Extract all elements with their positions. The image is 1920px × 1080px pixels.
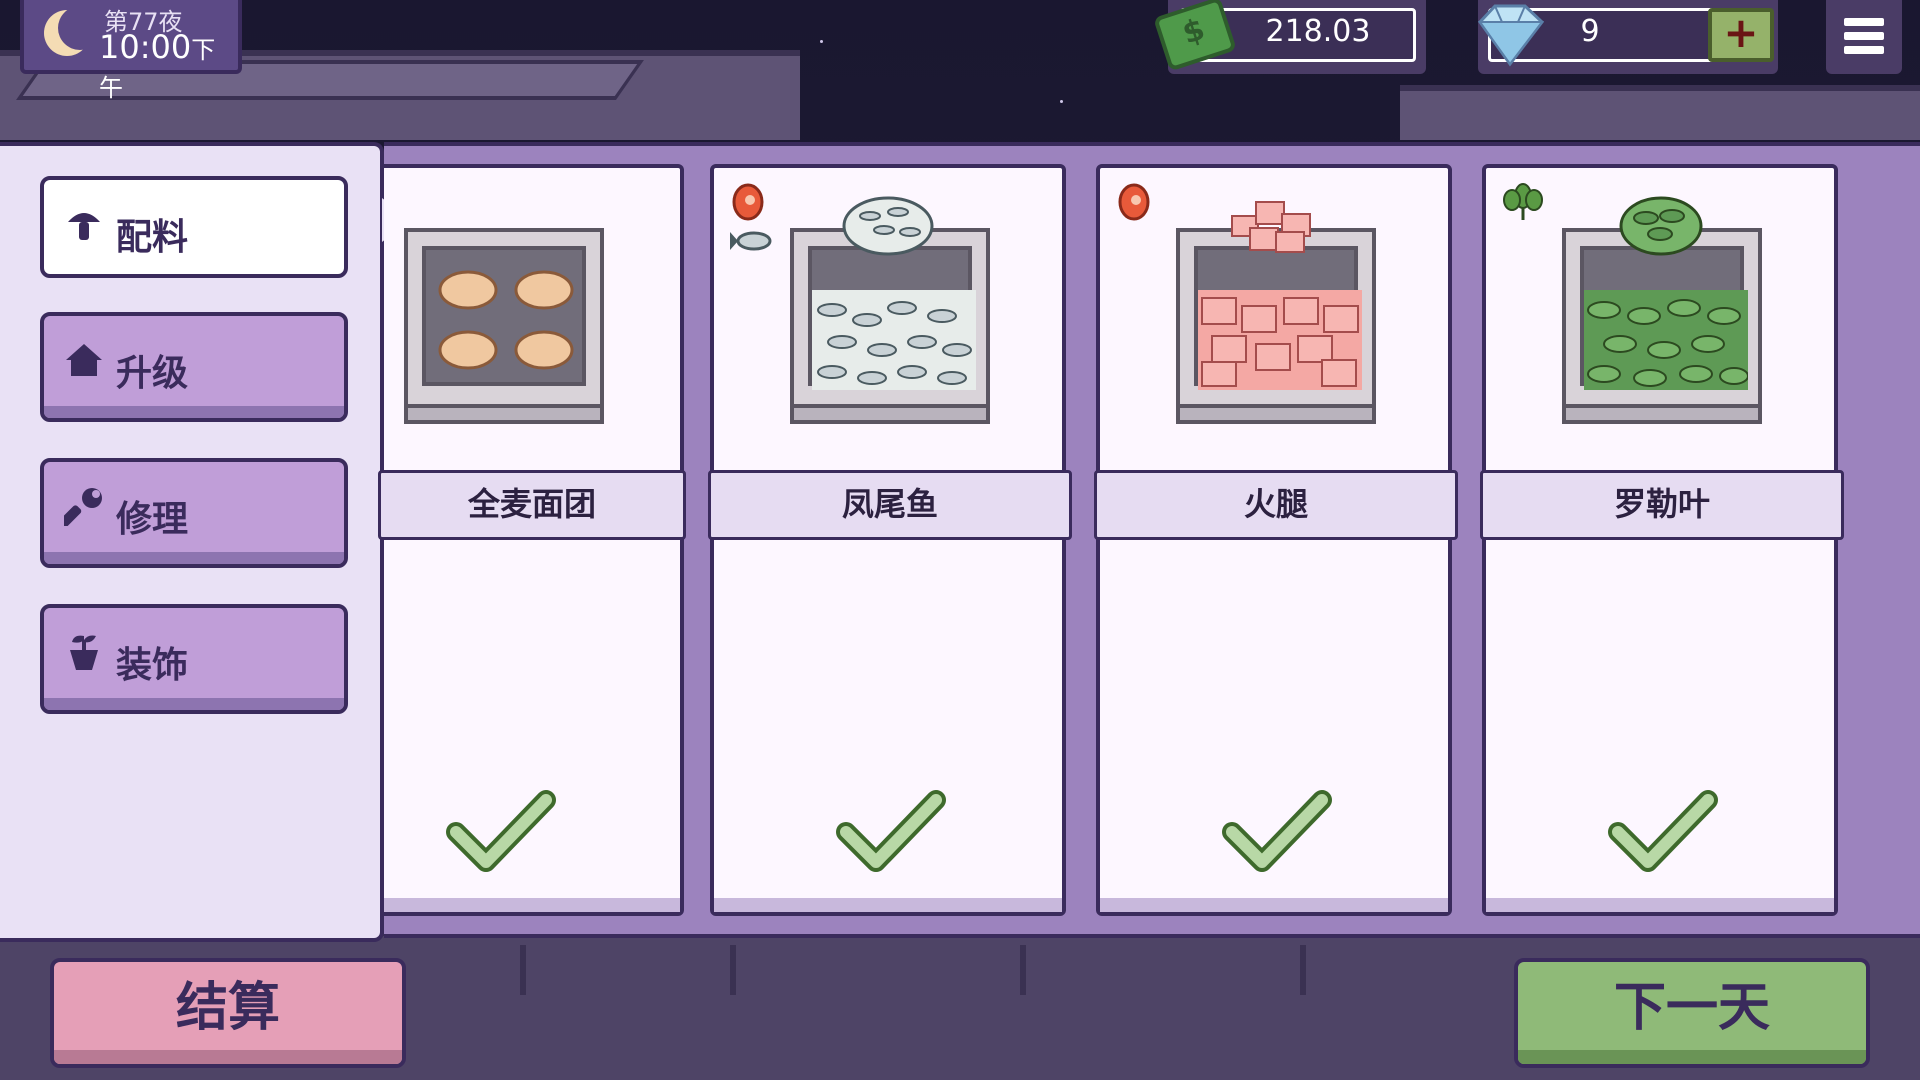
menu-button[interactable] [1826, 0, 1902, 74]
check-icon[interactable] [1222, 786, 1332, 876]
floor-seam [1020, 945, 1026, 995]
tray-base [1562, 404, 1762, 424]
menu-icon [1844, 18, 1884, 26]
floor-seam [520, 945, 526, 995]
clock-time: 10:00下午 [99, 28, 238, 104]
moon-icon [44, 6, 102, 56]
meat-icon [732, 183, 764, 221]
tray-base [404, 404, 604, 424]
vegetable-icon [1503, 183, 1543, 220]
ingredient-name: 全麦面团 [378, 470, 686, 540]
floor-seam [730, 945, 736, 995]
ingredient-name: 火腿 [1094, 470, 1458, 540]
floor-seam [1300, 945, 1306, 995]
anchovy-pile-icon [812, 290, 976, 390]
clock-value: 10:00 [99, 28, 192, 66]
fish-icon [730, 231, 772, 251]
tray-inner [1194, 246, 1362, 390]
basil-leaves-icon [1584, 290, 1749, 390]
buy-gems-button[interactable]: + [1708, 8, 1774, 62]
sidebar-item-repair[interactable]: 修理 [40, 458, 348, 568]
anchovy-tray [790, 228, 990, 424]
ham-tray [1176, 228, 1376, 424]
settle-button-label: 结算 [175, 978, 280, 1038]
meat-icon [1118, 183, 1150, 221]
ingredient-card-ham[interactable]: 火腿 [1094, 164, 1458, 916]
gem-count: 9 [1580, 14, 1600, 49]
sidebar-item-label: 修理 [116, 499, 189, 540]
tray-inner [808, 246, 976, 390]
menu-icon [1844, 46, 1884, 54]
rooftop-right [1400, 85, 1920, 140]
star [1060, 100, 1063, 103]
sidebar-item-label: 装饰 [116, 645, 189, 686]
ham-cubes-icon [1198, 290, 1362, 390]
day-time-panel: 第77夜 10:00下午 [20, 0, 242, 102]
sidebar-item-label: 升级 [116, 353, 189, 394]
money-value: 218.03 [1265, 14, 1371, 49]
check-icon[interactable] [446, 786, 556, 876]
next-day-button[interactable]: 下一天 [1514, 958, 1870, 1068]
ingredient-card-basil[interactable]: 罗勒叶 [1480, 164, 1844, 916]
dough-balls-icon [438, 270, 574, 370]
category-sidebar: 配料 升级 修理 装饰 [0, 142, 384, 942]
mushroom-icon [68, 213, 100, 240]
house-icon [66, 344, 102, 376]
ham-heap-icon [1231, 201, 1311, 253]
basil-heap-icon [1619, 196, 1703, 256]
tray-inner [1580, 246, 1749, 390]
ingredient-card-anchovies[interactable]: 凤尾鱼 [708, 164, 1072, 916]
sidebar-item-label: 配料 [116, 217, 189, 258]
dough-tray [404, 228, 604, 424]
star [820, 40, 823, 43]
next-day-button-label: 下一天 [1613, 978, 1770, 1038]
diamond-icon [1478, 4, 1545, 67]
wrench-icon [64, 488, 102, 526]
sidebar-item-ingredients[interactable]: 配料 [40, 176, 348, 278]
anchovy-heap-icon [842, 196, 934, 256]
tray-base [790, 404, 990, 424]
check-icon[interactable] [836, 786, 946, 876]
settle-button[interactable]: 结算 [50, 958, 406, 1068]
check-icon[interactable] [1608, 786, 1718, 876]
tray-base [1176, 404, 1376, 424]
basil-tray [1562, 228, 1762, 424]
ingredient-name: 凤尾鱼 [708, 470, 1072, 540]
ingredient-card-dough[interactable]: 全麦面团 [378, 164, 686, 916]
tray-inner [422, 246, 586, 386]
sidebar-item-upgrade[interactable]: 升级 [40, 312, 348, 422]
sidebar-item-decorate[interactable]: 装饰 [40, 604, 348, 714]
ingredient-name: 罗勒叶 [1480, 470, 1844, 540]
plant-pot-icon [70, 635, 98, 670]
menu-icon [1844, 32, 1884, 40]
